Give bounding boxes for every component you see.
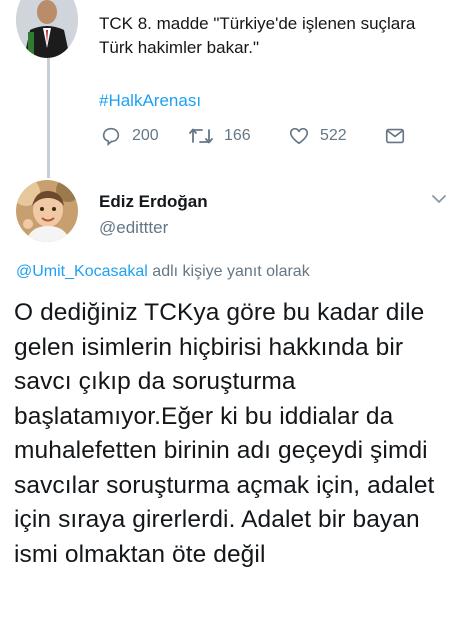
reply-action[interactable]: 200 xyxy=(100,125,159,147)
direct-message-icon xyxy=(384,125,406,147)
chevron-down-icon[interactable] xyxy=(430,192,448,211)
reply-avatar[interactable] xyxy=(16,180,78,242)
retweet-action[interactable]: 166 xyxy=(188,125,251,147)
thread-line xyxy=(47,58,50,178)
direct-message-action[interactable] xyxy=(384,125,406,147)
like-count: 522 xyxy=(320,127,347,144)
retweet-count: 166 xyxy=(224,127,251,144)
reply-context: @Umit_Kocasakal adlı kişiye yanıt olarak xyxy=(16,263,310,281)
display-name[interactable]: Ediz Erdoğan xyxy=(99,192,208,212)
reply-context-suffix: adlı kişiye yanıt olarak xyxy=(147,263,310,280)
user-handle[interactable]: @edittter xyxy=(99,218,168,238)
like-action[interactable]: 522 xyxy=(288,125,347,147)
reply-icon xyxy=(100,125,122,147)
reply-count: 200 xyxy=(132,127,159,144)
hashtag-link[interactable]: #HalkArenası xyxy=(99,91,201,111)
tweet-actions: 200 166 522 xyxy=(100,125,430,151)
like-icon xyxy=(288,125,310,147)
parent-tweet-text: TCK 8. madde "Türkiye'de işlenen suçlara… xyxy=(99,14,416,57)
mention-link[interactable]: @Umit_Kocasakal xyxy=(16,263,148,280)
retweet-icon xyxy=(188,125,214,147)
parent-avatar[interactable] xyxy=(16,0,78,58)
reply-tweet-text: O dediğiniz TCKya göre bu kadar dile gel… xyxy=(14,299,435,568)
